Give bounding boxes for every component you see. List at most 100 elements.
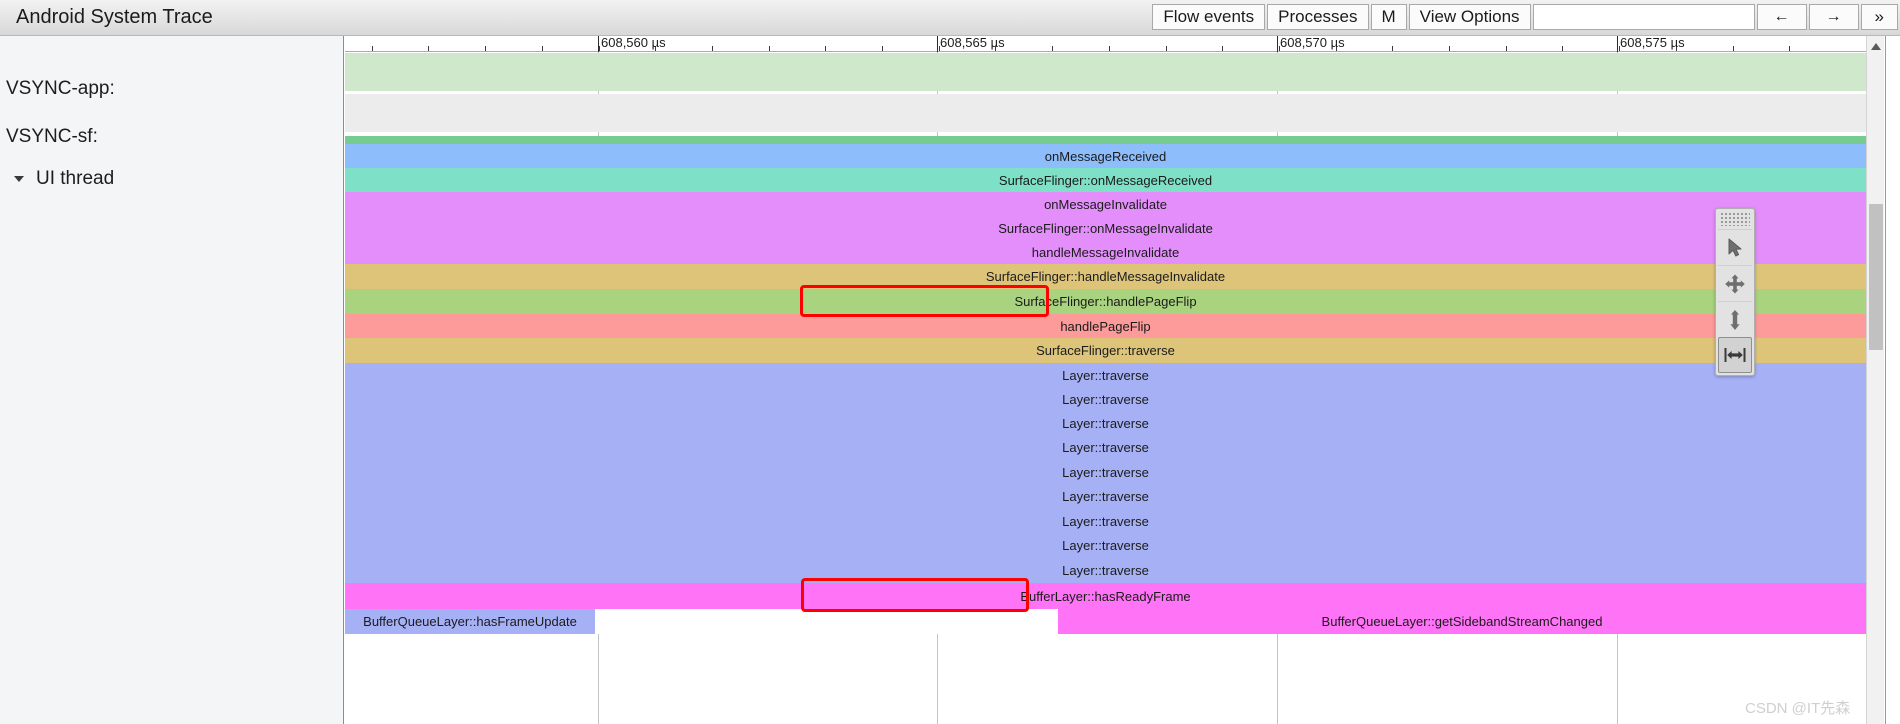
row-sf-traverse: SurfaceFlinger::traverse (345, 338, 1866, 363)
window-titlebar: Android System Trace Flow events Process… (0, 0, 1900, 36)
right-panel-truncated-text (1887, 46, 1900, 59)
ruler-minor-tick (485, 46, 486, 51)
arrow-up-down-icon (1730, 309, 1740, 330)
tool-palette[interactable] (1715, 208, 1755, 376)
ruler-minor-tick (1789, 46, 1790, 51)
ruler-minor-tick (1166, 46, 1167, 51)
row-layer-traverse-2: Layer::traverse (345, 387, 1866, 411)
track-vsync-sf[interactable]: VSYNC-sf: (6, 126, 98, 148)
track-vsync-sf-label: VSYNC-sf: (6, 126, 98, 147)
trace-slice[interactable]: Layer::traverse (345, 411, 1866, 435)
trace-slice[interactable]: Layer::traverse (345, 509, 1866, 533)
timeline-canvas[interactable]: 608,560 µs 608,565 µs 608,570 µs 608,575 µs… (345, 36, 1866, 724)
m-button[interactable]: M (1370, 4, 1407, 30)
ruler-time-label: 608,565 µs (940, 36, 1005, 50)
cursor-arrow-icon (1728, 238, 1742, 256)
trace-slice[interactable]: Layer::traverse (345, 363, 1866, 387)
track-ui-thread[interactable]: UI thread (14, 168, 114, 190)
trace-slice[interactable]: Layer::traverse (345, 558, 1866, 583)
row-layer-traverse-1: Layer::traverse (345, 363, 1866, 387)
row-sf-handlemessageinvalidate: SurfaceFlinger::handleMessageInvalidate (345, 264, 1866, 289)
scroll-up-icon[interactable] (1871, 43, 1881, 50)
track-name-gutter: VSYNC-app: VSYNC-sf: UI thread (0, 36, 344, 724)
trace-slice[interactable]: handleMessageInvalidate (345, 240, 1866, 264)
vsync-sf-track[interactable] (345, 94, 1866, 132)
pan-tool-button[interactable] (1718, 265, 1752, 301)
trace-slice[interactable]: Layer::traverse (345, 460, 1866, 484)
view-options-button[interactable]: View Options (1408, 4, 1531, 30)
vsync-app-track[interactable] (345, 53, 1866, 91)
row-layer-traverse-6: Layer::traverse (345, 484, 1866, 509)
prev-button[interactable]: ← (1756, 4, 1807, 30)
track-vsync-app[interactable]: VSYNC-app: (6, 78, 115, 100)
drag-handle-icon[interactable] (1720, 212, 1750, 226)
row-onmessagereceived: onMessageReceived (345, 144, 1866, 168)
row-layer-traverse-9: Layer::traverse (345, 558, 1866, 583)
ruler-minor-tick (428, 46, 429, 51)
ruler-time-label: 608,575 µs (1620, 36, 1685, 50)
row-bufferqueuelayer: BufferQueueLayer::hasFrameUpdate BufferQu… (345, 609, 1866, 634)
ruler-minor-tick (1449, 46, 1450, 51)
trace-slice[interactable]: SurfaceFlinger::handlePageFlip (345, 289, 1866, 314)
ruler-minor-tick (769, 46, 770, 51)
ruler-minor-tick (1733, 46, 1734, 51)
row-layer-traverse-8: Layer::traverse (345, 533, 1866, 558)
row-sf-handlepageflip: SurfaceFlinger::handlePageFlip (345, 289, 1866, 314)
trace-slice[interactable]: Layer::traverse (345, 484, 1866, 509)
flow-events-button[interactable]: Flow events (1152, 4, 1266, 30)
search-input-wrapper[interactable] (1532, 4, 1755, 30)
horizontal-resize-tool-button[interactable] (1718, 337, 1752, 373)
thread-divider-band (345, 136, 1866, 144)
time-ruler[interactable]: 608,560 µs 608,565 µs 608,570 µs 608,575 µs (345, 36, 1866, 52)
trace-slice[interactable]: SurfaceFlinger::traverse (345, 338, 1866, 363)
processes-button[interactable]: Processes (1267, 4, 1369, 30)
right-side-panel[interactable] (1885, 36, 1900, 724)
next-button[interactable]: → (1808, 4, 1859, 30)
row-bufferlayer-hasreadyframe: BufferLayer::hasReadyFrame (345, 583, 1866, 609)
trace-slice[interactable]: SurfaceFlinger::onMessageInvalidate (345, 216, 1866, 240)
trace-slice[interactable]: BufferLayer::hasReadyFrame (345, 583, 1866, 609)
row-onmessageinvalidate: onMessageInvalidate (345, 192, 1866, 216)
trace-slice[interactable]: BufferQueueLayer::getSidebandStreamChang… (1058, 609, 1866, 634)
row-layer-traverse-4: Layer::traverse (345, 435, 1866, 460)
watermark: CSDN @IT先森 (1745, 700, 1851, 717)
overflow-button[interactable]: » (1860, 4, 1898, 30)
row-handlemessageinvalidate: handleMessageInvalidate (345, 240, 1866, 264)
trace-slice[interactable]: SurfaceFlinger::handleMessageInvalidate (345, 264, 1866, 289)
vertical-resize-tool-button[interactable] (1718, 301, 1752, 337)
ruler-time-label: 608,560 µs (601, 36, 666, 50)
trace-slice[interactable]: onMessageReceived (345, 144, 1866, 168)
row-layer-traverse-5: Layer::traverse (345, 460, 1866, 484)
ruler-minor-tick (1392, 46, 1393, 51)
trace-slice[interactable]: handlePageFlip (345, 314, 1866, 338)
ruler-minor-tick (372, 46, 373, 51)
row-handlepageflip: handlePageFlip (345, 314, 1866, 338)
chevron-down-icon[interactable] (14, 176, 24, 182)
vertical-scrollbar[interactable] (1866, 36, 1884, 724)
toolbar-button-row: Flow events Processes M View Options ← →… (1152, 0, 1900, 35)
trace-slice[interactable]: Layer::traverse (345, 387, 1866, 411)
track-vsync-app-label: VSYNC-app: (6, 78, 115, 99)
row-layer-traverse-3: Layer::traverse (345, 411, 1866, 435)
move-four-arrows-icon (1725, 274, 1745, 293)
track-ui-thread-label: UI thread (36, 168, 115, 189)
arrow-left-right-icon (1724, 348, 1746, 362)
ruler-minor-tick (1109, 46, 1110, 51)
trace-slice[interactable]: Layer::traverse (345, 533, 1866, 558)
scrollbar-thumb[interactable] (1869, 204, 1883, 350)
ruler-minor-tick (542, 46, 543, 51)
ruler-minor-tick (825, 46, 826, 51)
trace-main-area: VSYNC-app: VSYNC-sf: UI thread 608,560 µ… (0, 36, 1900, 724)
ruler-minor-tick (712, 46, 713, 51)
ruler-minor-tick (1222, 46, 1223, 51)
search-input[interactable] (1533, 5, 1754, 29)
trace-slice[interactable]: SurfaceFlinger::onMessageReceived (345, 168, 1866, 192)
ruler-minor-tick (1052, 46, 1053, 51)
select-tool-button[interactable] (1718, 229, 1752, 265)
page-title: Android System Trace (16, 6, 213, 28)
trace-slice[interactable]: BufferQueueLayer::hasFrameUpdate (345, 609, 595, 634)
row-sf-onmessageinvalidate: SurfaceFlinger::onMessageInvalidate (345, 216, 1866, 240)
ruler-minor-tick (1562, 46, 1563, 51)
trace-slice[interactable]: Layer::traverse (345, 435, 1866, 460)
trace-slice[interactable]: onMessageInvalidate (345, 192, 1866, 216)
